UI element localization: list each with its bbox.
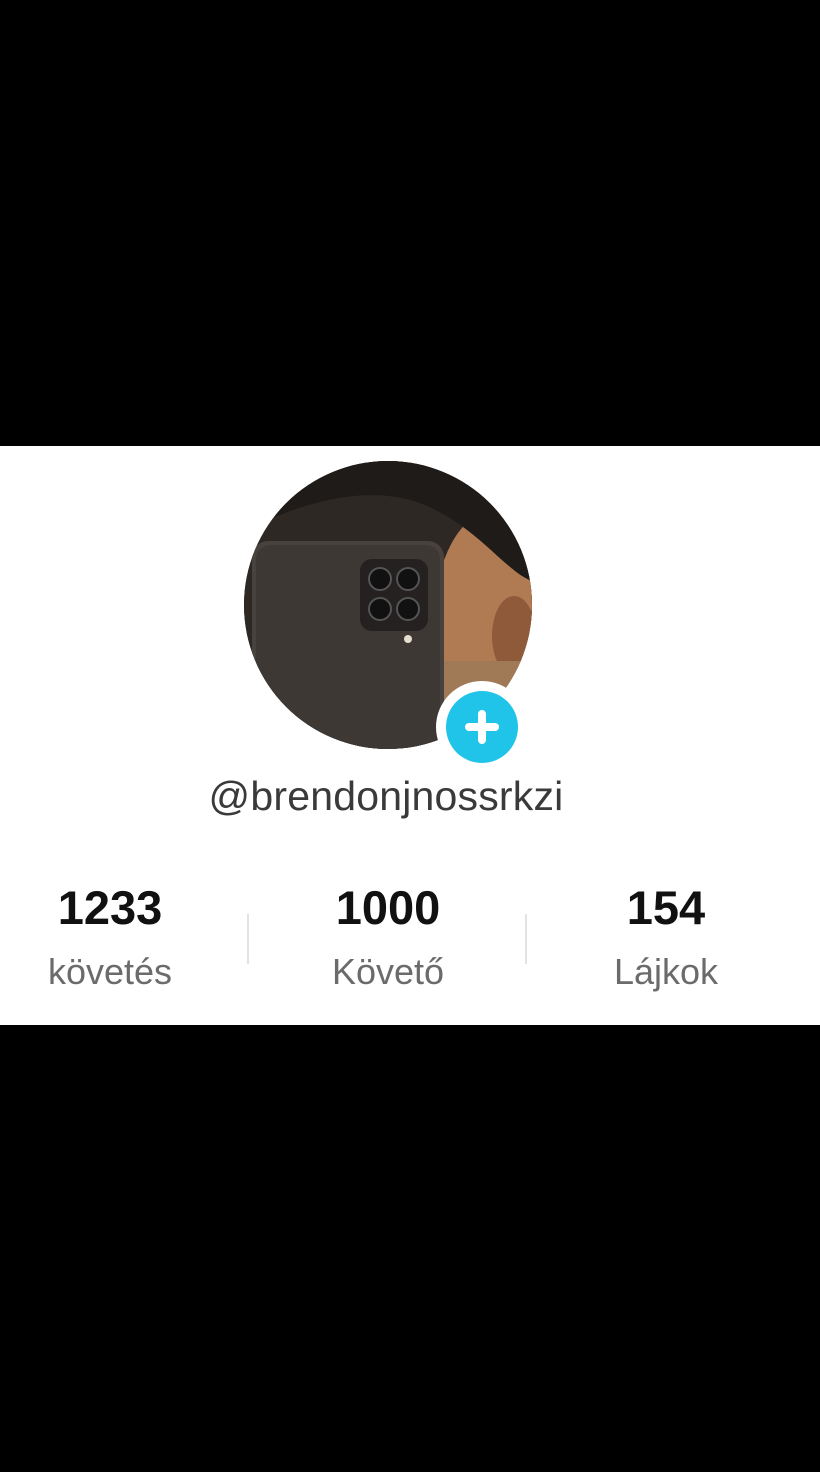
stat-followers[interactable]: 1000 Követő — [258, 876, 518, 1000]
stat-likes[interactable]: 154 Lájkok — [536, 876, 796, 1000]
letterbox-bottom — [0, 1025, 820, 1472]
profile-card: @brendonjnossrkzi 1233 követés 1000 Köve… — [0, 446, 820, 1025]
plus-icon — [446, 691, 518, 763]
followers-count: 1000 — [335, 881, 441, 934]
username: @brendonjnossrkzi — [208, 773, 564, 819]
following-count: 1233 — [57, 881, 163, 934]
likes-count: 154 — [626, 881, 706, 934]
likes-label: Lájkok — [613, 951, 719, 992]
followers-label: Követő — [331, 951, 445, 992]
stat-divider — [247, 914, 249, 964]
avatar-container — [244, 461, 532, 773]
letterbox-top — [0, 0, 820, 446]
following-label: követés — [47, 951, 173, 992]
follow-button[interactable] — [436, 681, 528, 773]
stat-divider — [525, 914, 527, 964]
stats-row: 1233 követés 1000 Követő 154 Lájkok — [0, 876, 820, 996]
stat-following[interactable]: 1233 követés — [0, 876, 240, 1000]
